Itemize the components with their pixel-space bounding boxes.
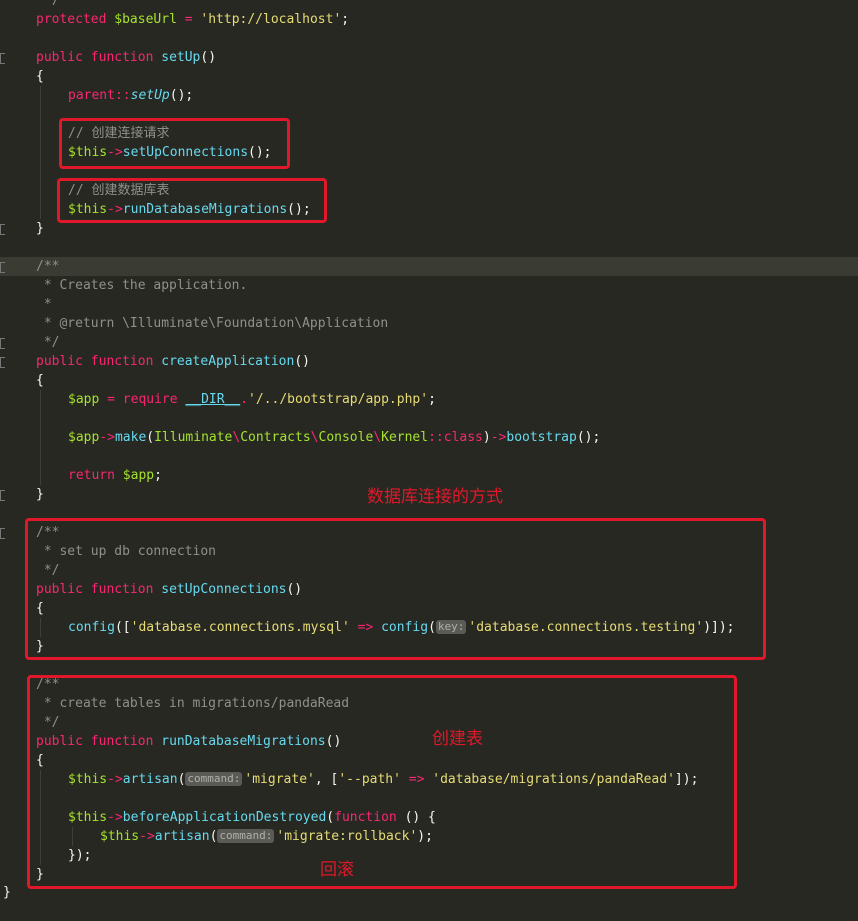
punct: } (3, 885, 11, 900)
operator: :: (114, 88, 131, 103)
constant: __DIR__ (185, 392, 241, 407)
highlight-box-run-migrations (57, 178, 327, 223)
keyword: function (90, 354, 154, 369)
code-line[interactable]: { (0, 67, 858, 86)
fold-marker-icon[interactable] (0, 338, 5, 349)
operator: :: (428, 430, 444, 445)
fold-marker-icon[interactable] (0, 53, 5, 64)
keyword: require (122, 392, 178, 407)
code-line[interactable]: $app = require __DIR__.'/../bootstrap/ap… (0, 390, 858, 409)
method-call: setUp (130, 88, 170, 103)
code-line[interactable]: public function setUp() (0, 48, 858, 67)
punct: } (36, 487, 44, 502)
fold-marker-icon[interactable] (0, 262, 5, 273)
punct: ; (428, 392, 436, 407)
code-line[interactable]: $app->make(Illuminate\Contracts\Console\… (0, 428, 858, 447)
highlight-box-setup-connections (59, 118, 290, 169)
code-line[interactable]: { (0, 371, 858, 390)
highlight-box-migrations-method (27, 675, 737, 889)
code-line[interactable]: */ (0, 333, 858, 352)
keyword: public (36, 354, 83, 369)
operator: . (240, 392, 249, 407)
code-line[interactable]: * @return \Illuminate\Foundation\Applica… (0, 314, 858, 333)
namespace: Console (318, 430, 374, 445)
string: '/../bootstrap/app.php' (248, 392, 429, 407)
comment: */ (44, 0, 60, 8)
punct: () (200, 50, 217, 65)
keyword: return (68, 468, 115, 483)
comment: /** (36, 259, 60, 274)
keyword: parent (68, 88, 115, 103)
function-name: createApplication (161, 354, 295, 369)
code-line-current[interactable]: /** (0, 257, 858, 276)
variable: $app (122, 468, 155, 483)
keyword: public (36, 50, 83, 65)
annotation-db-connection: 数据库连接的方式 (367, 487, 503, 507)
comment: * Creates the application. (36, 278, 248, 293)
fold-marker-icon[interactable] (0, 357, 5, 368)
operator: \ (310, 430, 319, 445)
function-name: setUp (161, 50, 201, 65)
fold-marker-icon[interactable] (0, 224, 5, 235)
highlight-box-connection-method (25, 518, 766, 660)
code-line[interactable]: protected $baseUrl = 'http://localhost'; (0, 10, 858, 29)
annotation-rollback: 回滚 (320, 860, 354, 880)
variable: $baseUrl (114, 12, 177, 27)
comment: */ (36, 335, 60, 350)
fold-marker-icon[interactable] (0, 528, 5, 539)
keyword: function (90, 50, 154, 65)
comment: * (36, 297, 52, 312)
punct: { (36, 373, 44, 388)
operator: -> (490, 430, 507, 445)
comment: * @return \Illuminate\Foundation\Applica… (36, 316, 389, 331)
operator: = (176, 12, 201, 27)
string: 'http://localhost' (200, 12, 342, 27)
namespace: Contracts (240, 430, 311, 445)
operator: \ (373, 430, 382, 445)
code-line[interactable]: * (0, 295, 858, 314)
method-call: bootstrap (506, 430, 577, 445)
fold-marker-icon[interactable] (0, 490, 5, 501)
punct: (); (169, 88, 194, 103)
punct: (); (576, 430, 601, 445)
keyword: protected (36, 12, 107, 27)
code-line[interactable]: parent::setUp(); (0, 86, 858, 105)
code-line[interactable]: */ (0, 0, 858, 10)
operator: = (99, 392, 123, 407)
variable: $app (68, 392, 100, 407)
operator: -> (99, 430, 115, 445)
method-call: make (114, 430, 147, 445)
code-line[interactable]: public function createApplication() (0, 352, 858, 371)
punct: { (36, 69, 44, 84)
class-name: Kernel (381, 430, 429, 445)
punct: () (294, 354, 310, 369)
variable: $app (68, 430, 100, 445)
annotation-create-table: 创建表 (432, 729, 483, 749)
namespace: Illuminate (154, 430, 233, 445)
punct: } (36, 221, 44, 236)
code-line[interactable]: * Creates the application. (0, 276, 858, 295)
punct: ; (341, 12, 350, 27)
keyword: class (443, 430, 483, 445)
